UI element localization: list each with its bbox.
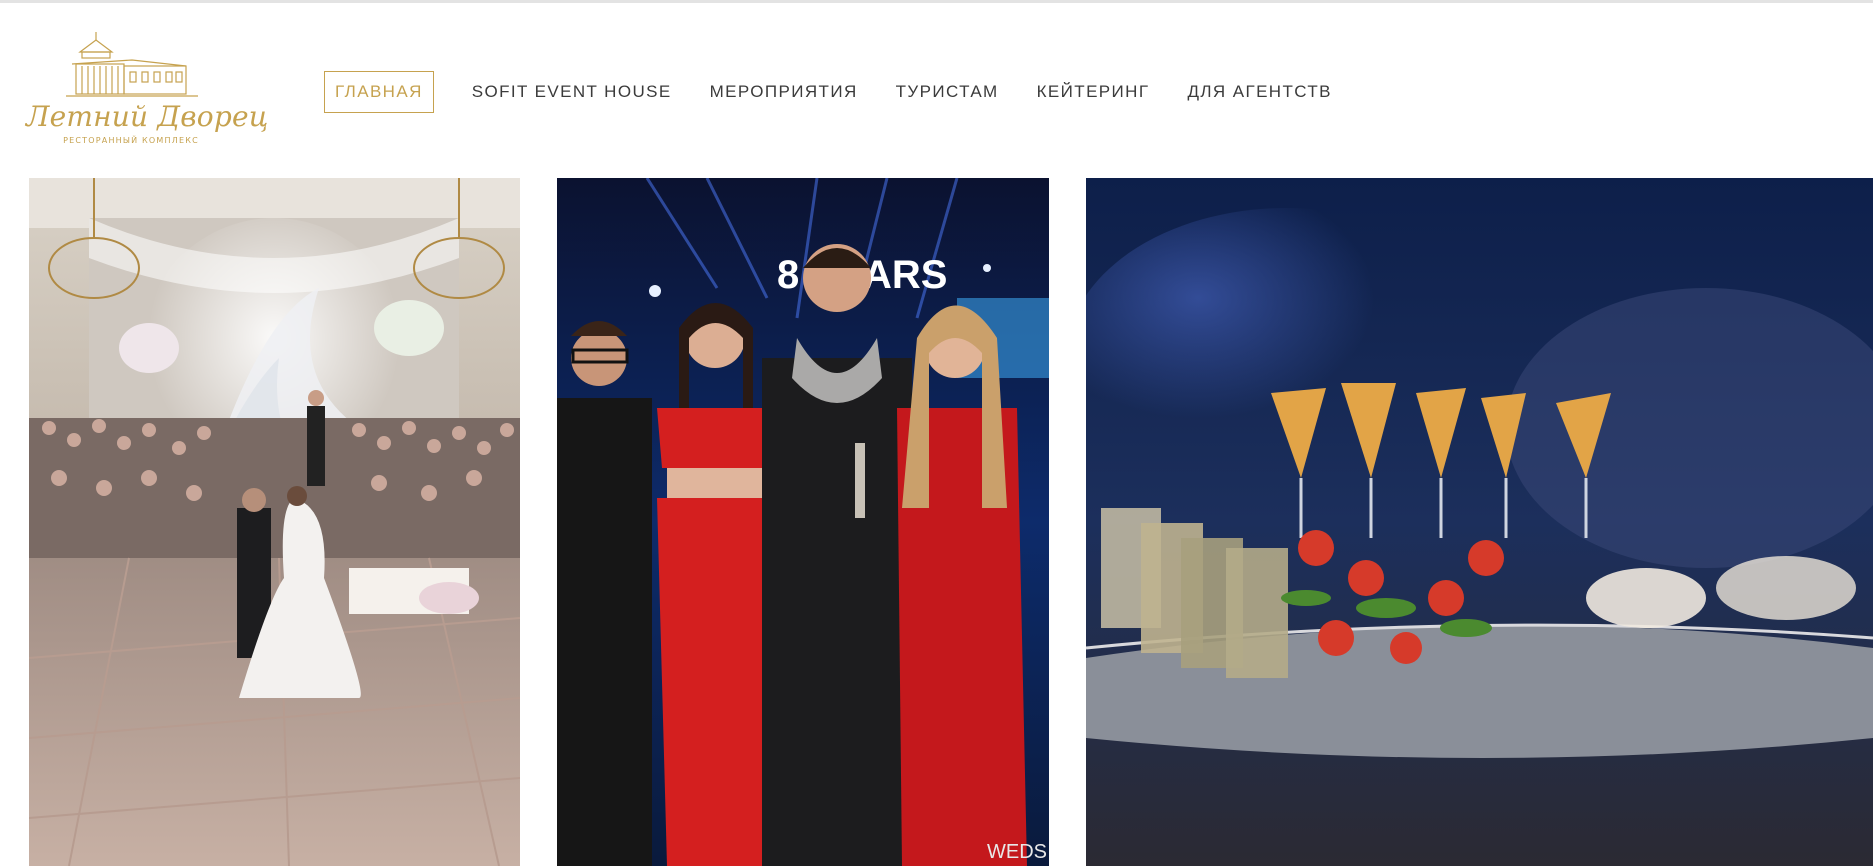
nav-item-tourists[interactable]: ТУРИСТАМ [896,82,999,102]
wedding-ceremony-image [29,178,520,866]
catering-appetizers-image [1086,178,1873,866]
nav-item-events[interactable]: МЕРОПРИЯТИЯ [710,82,858,102]
nav-item-catering[interactable]: КЕЙТЕРИНГ [1037,82,1150,102]
gallery-tile-wedding[interactable] [29,178,520,866]
gallery-tile-party[interactable]: 8 YEARS WEDS [557,178,1049,866]
site-logo[interactable]: Летний Дворец РЕСТОРАННЫЙ КОМПЛЕКС [26,30,269,148]
party-guests-image: 8 YEARS WEDS [557,178,1049,866]
photo-watermark: WEDS [987,841,1047,863]
palace-building-icon [66,32,198,97]
nav-item-sofit-event-house[interactable]: SOFIT EVENT HOUSE [472,82,672,102]
nav-item-agencies[interactable]: ДЛЯ АГЕНТСТВ [1187,82,1331,102]
gallery-tile-catering[interactable] [1086,178,1873,866]
top-border [0,0,1873,3]
logo-tagline: РЕСТОРАННЫЙ КОМПЛЕКС [63,136,199,145]
main-navigation: ГЛАВНАЯ SOFIT EVENT HOUSE МЕРОПРИЯТИЯ ТУ… [324,71,1370,113]
nav-item-home[interactable]: ГЛАВНАЯ [324,71,434,113]
logo-name: Летний Дворец [26,100,269,133]
